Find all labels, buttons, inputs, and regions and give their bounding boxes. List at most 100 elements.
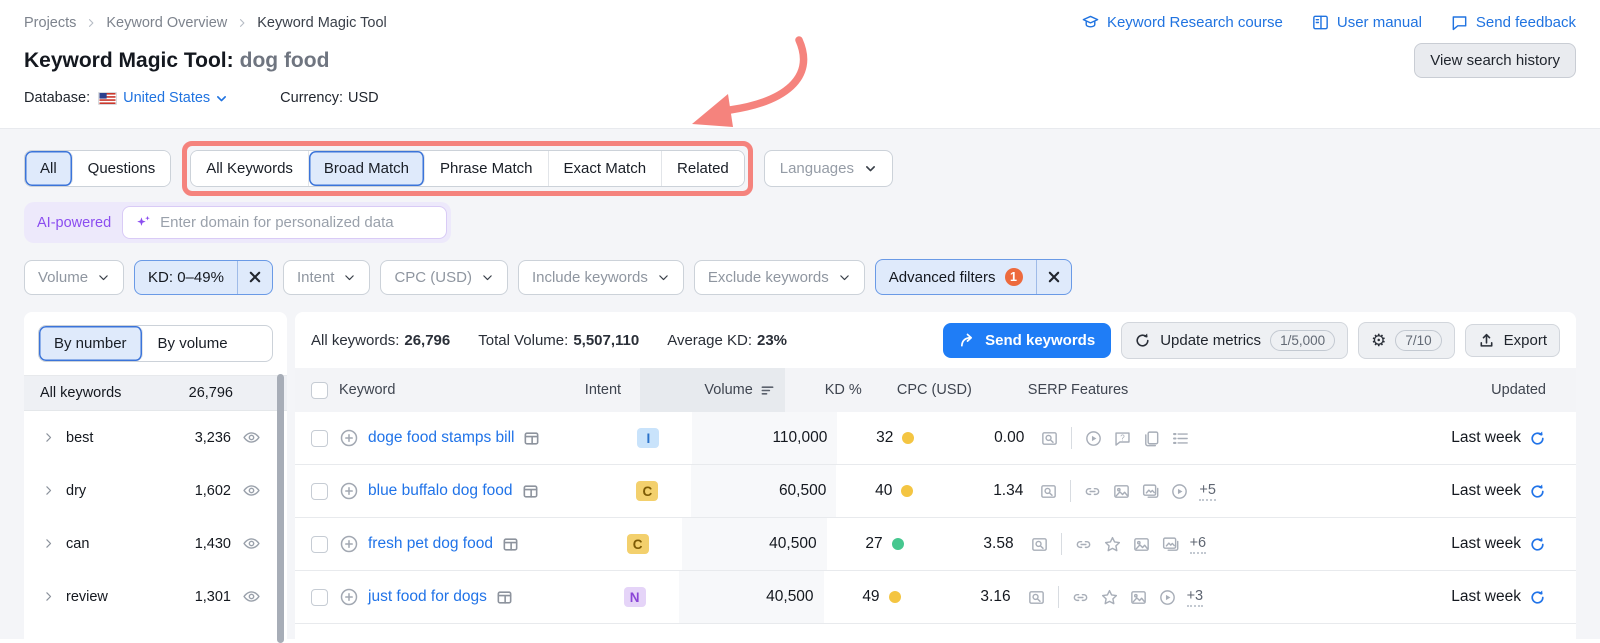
column-volume[interactable]: Volume [639,368,785,412]
page-body: All Questions All Keywords Broad Match Phra… [0,129,1600,643]
keyword-group-dry[interactable]: dry 1,602 [24,464,287,517]
send-keywords-button[interactable]: Send keywords [943,322,1112,358]
row-checkbox[interactable] [311,482,328,500]
all-keywords-row[interactable]: All keywords 26,796 [24,376,287,411]
filter-label: Advanced filters [888,268,996,286]
sidebar-scrollbar[interactable] [277,374,284,643]
serp-video-icon[interactable] [1170,482,1189,501]
column-intent[interactable]: Intent [585,382,640,398]
filter-intent[interactable]: Intent [282,259,371,295]
keyword-group-review[interactable]: review 1,301 [24,570,287,623]
serp-image-icon[interactable] [1132,535,1151,554]
keyword-link[interactable]: blue buffalo dog food [368,482,513,500]
serp-preview-icon[interactable] [1040,429,1059,448]
row-checkbox-cell [295,535,339,553]
export-button[interactable]: Export [1464,323,1560,357]
serp-preview-card-icon [523,430,540,447]
view-search-history-button[interactable]: View search history [1414,43,1576,78]
serp-video-icon[interactable] [1158,588,1177,607]
header-link-send-feedback[interactable]: Send feedback [1450,13,1576,32]
column-cpc[interactable]: CPC (USD) [880,382,980,398]
ai-powered-badge: AI-powered [37,214,112,231]
serp-features-cell: ? [1032,427,1362,449]
intent-cell: N [623,587,679,607]
serp-image-icon[interactable] [1112,482,1131,501]
table-settings-button[interactable]: ⚙ 7/10 [1358,321,1455,359]
row-checkbox[interactable] [311,588,328,606]
serp-more-count[interactable]: +6 [1189,535,1207,554]
serp-link-icon[interactable] [1074,535,1093,554]
tab-all-keywords[interactable]: All Keywords [191,151,309,186]
keyword-link[interactable]: fresh pet dog food [368,535,493,553]
row-checkbox[interactable] [311,535,328,553]
update-metrics-button[interactable]: Update metrics 1/5,000 [1121,321,1349,359]
keyword-group-can[interactable]: can 1,430 [24,517,287,570]
row-checkbox[interactable] [311,429,328,447]
header-link-keyword-research-course[interactable]: Keyword Research course [1081,13,1283,32]
sidebar-tab-by-volume[interactable]: By volume [142,326,243,361]
serp-divider [1060,533,1062,555]
column-keyword[interactable]: Keyword [339,382,585,398]
header-link-user-manual[interactable]: User manual [1311,13,1422,32]
filter-cpc-usd[interactable]: CPC (USD) [380,259,508,295]
serp-image-stack-icon[interactable] [1141,482,1160,501]
filter-exclude-keywords[interactable]: Exclude keywords [693,259,865,295]
serp-more-count[interactable]: +3 [1186,588,1204,607]
intent-badge: N [623,587,646,607]
serp-image-stack-icon[interactable] [1161,535,1180,554]
serp-more-count[interactable]: +5 [1199,482,1216,501]
column-kd[interactable]: KD % [785,382,880,398]
serp-link-icon[interactable] [1083,482,1102,501]
refresh-icon[interactable] [1529,430,1546,447]
filter-close-button[interactable] [238,263,272,291]
column-serp-features[interactable]: SERP Features [980,382,1310,398]
keyword-link[interactable]: doge food stamps bill [368,429,514,447]
tab-exact-match[interactable]: Exact Match [548,151,663,186]
keyword-link[interactable]: just food for dogs [368,588,487,606]
serp-list-icon[interactable] [1171,429,1190,448]
row-checkbox-cell [295,482,339,500]
breadcrumb-item-projects[interactable]: Projects [24,15,76,31]
serp-link-icon[interactable] [1071,588,1090,607]
serp-image-icon[interactable] [1129,588,1148,607]
keyword-groups-sidebar: By number By volume All keywords 26,796 b… [24,312,287,643]
tab-questions[interactable]: Questions [72,151,171,186]
serp-video-icon[interactable] [1084,429,1103,448]
serp-preview-icon[interactable] [1039,482,1058,501]
column-updated[interactable]: Updated [1310,382,1576,398]
filter-volume[interactable]: Volume [24,259,125,295]
languages-dropdown[interactable]: Languages [763,150,893,187]
serp-preview-icon[interactable] [1027,588,1046,607]
serp-star-icon[interactable] [1100,588,1119,607]
header-links: Keyword Research course User manual Send f… [1081,13,1576,32]
serp-preview-icon[interactable] [1030,535,1049,554]
breadcrumb-item-keyword-magic-tool[interactable]: Keyword Magic Tool [257,15,387,31]
serp-copy-icon[interactable] [1142,429,1161,448]
search-query: dog food [239,48,330,72]
refresh-icon[interactable] [1529,536,1546,553]
breadcrumb-item-keyword-overview[interactable]: Keyword Overview [106,15,227,31]
filter-label-wrap: KD: 0–49% [135,261,237,294]
table-row: doge food stamps bill I 110,000 32 0.00? Last… [295,412,1576,465]
serp-star-icon[interactable] [1103,535,1122,554]
keyword-group-best[interactable]: best 3,236 [24,411,287,464]
breadcrumb-separator-icon [85,17,97,29]
header-link-label: User manual [1336,14,1422,31]
tab-related[interactable]: Related [662,151,744,186]
refresh-icon[interactable] [1529,589,1546,606]
tab-phrase-match[interactable]: Phrase Match [424,151,549,186]
tab-all[interactable]: All [25,151,73,186]
filter-include-keywords[interactable]: Include keywords [517,259,684,295]
sidebar-tab-by-number[interactable]: By number [39,326,143,361]
refresh-icon[interactable] [1529,483,1546,500]
select-all-checkbox[interactable] [311,381,328,399]
filter-kd-0-49[interactable]: KD: 0–49% [134,259,273,295]
question-tabs-group: All Questions [24,150,172,187]
filter-advanced-filters[interactable]: Advanced filters 1 [874,259,1072,295]
serp-question-icon[interactable]: ? [1113,429,1132,448]
tab-broad-match[interactable]: Broad Match [308,151,425,186]
database-select[interactable]: United States [123,90,228,106]
filter-close-button[interactable] [1037,263,1071,291]
serp-divider [1071,427,1073,449]
domain-input[interactable] [160,214,435,231]
